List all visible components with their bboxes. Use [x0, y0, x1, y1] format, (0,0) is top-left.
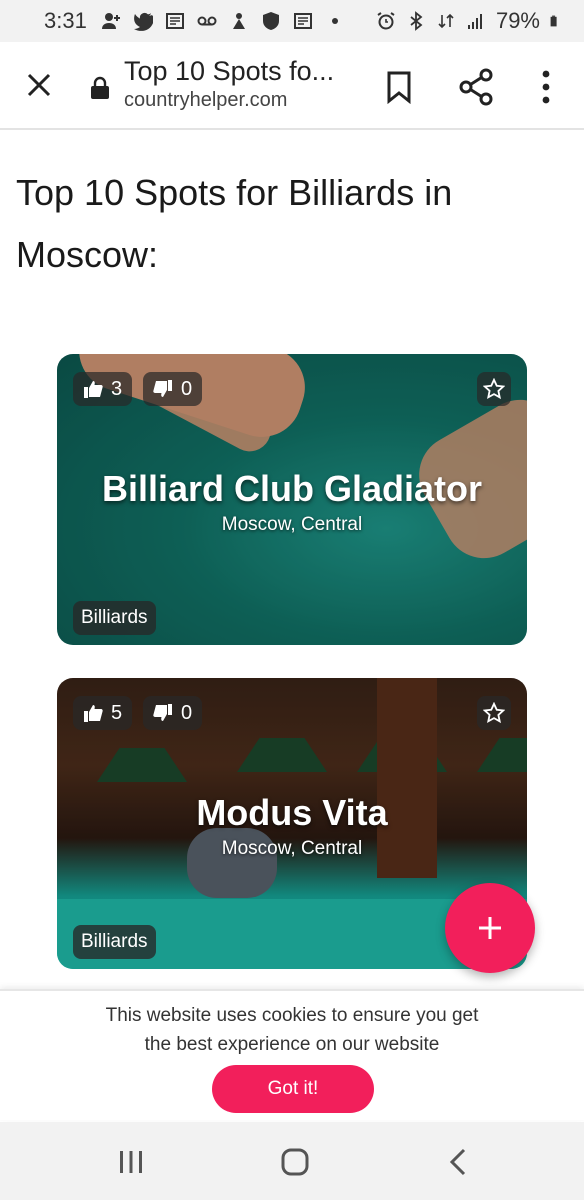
signal-icon	[467, 14, 482, 29]
battery-percent: 79%	[495, 8, 540, 33]
app-icon	[232, 13, 245, 29]
star-icon	[483, 378, 505, 400]
twitter-icon	[133, 12, 153, 31]
bookmark-icon[interactable]	[384, 70, 414, 104]
url-block[interactable]: Top 10 Spots fo... countryhelper.com	[124, 56, 334, 112]
spot-card[interactable]: 3 0 Billiard Club Gladiator Moscow, Cent…	[57, 354, 527, 645]
page-tab-title: Top 10 Spots fo...	[124, 56, 335, 86]
url-domain: countryhelper.com	[124, 89, 288, 111]
like-button[interactable]: 5	[73, 696, 133, 730]
status-bar: 3:31 79%	[0, 0, 584, 42]
star-icon	[483, 702, 505, 724]
like-button[interactable]: 3	[73, 372, 133, 406]
voicemail-icon	[197, 16, 217, 26]
like-count: 5	[111, 701, 123, 724]
dislike-count: 0	[181, 701, 193, 724]
news-icon	[165, 13, 184, 29]
dislike-button[interactable]: 0	[143, 696, 203, 730]
more-options-icon[interactable]	[536, 68, 556, 106]
battery-icon	[550, 15, 557, 27]
back-icon[interactable]	[448, 1148, 468, 1176]
cookie-banner: This website uses cookies to ensure you …	[0, 989, 584, 1120]
category-tag[interactable]: Billiards	[73, 925, 156, 959]
status-time: 3:31	[44, 8, 87, 33]
system-icons: 79%	[376, 8, 562, 34]
shield-icon	[262, 12, 279, 30]
spot-name: Modus Vita	[196, 792, 388, 833]
spot-location: Moscow, Central	[221, 514, 363, 535]
data-icon	[438, 13, 454, 29]
lock-icon	[91, 76, 109, 99]
alarm-icon	[377, 12, 395, 30]
favorite-button[interactable]	[477, 696, 511, 730]
accept-cookies-button[interactable]: Got it!	[212, 1065, 374, 1113]
spot-location: Moscow, Central	[221, 838, 363, 859]
category-tag[interactable]: Billiards	[73, 601, 156, 635]
recents-icon[interactable]	[118, 1150, 144, 1174]
bluetooth-icon	[410, 11, 423, 31]
dislike-button[interactable]: 0	[143, 372, 203, 406]
page-title: Top 10 Spots for Billiards in Moscow:	[16, 172, 453, 275]
add-fab-button[interactable]	[445, 883, 535, 973]
plus-icon	[479, 917, 501, 939]
like-count: 3	[111, 377, 123, 400]
thumbs-down-icon	[153, 380, 172, 397]
dot-icon	[331, 18, 338, 24]
browser-toolbar: Top 10 Spots fo... countryhelper.com	[0, 42, 584, 130]
add-person-icon	[101, 13, 120, 29]
thumbs-up-icon	[84, 381, 103, 398]
system-nav-bar	[0, 1122, 584, 1200]
thumbs-up-icon	[84, 705, 103, 722]
cookie-message: This website uses cookies to ensure you …	[105, 1005, 479, 1055]
home-icon[interactable]	[281, 1148, 309, 1176]
notification-icons	[101, 11, 345, 31]
spot-name: Billiard Club Gladiator	[101, 468, 483, 509]
share-icon[interactable]	[458, 68, 494, 106]
favorite-button[interactable]	[477, 372, 511, 406]
thumbs-down-icon	[153, 704, 172, 721]
news-icon	[293, 13, 312, 29]
close-tab-button[interactable]	[22, 68, 56, 102]
close-icon	[27, 73, 51, 97]
dislike-count: 0	[181, 377, 193, 400]
